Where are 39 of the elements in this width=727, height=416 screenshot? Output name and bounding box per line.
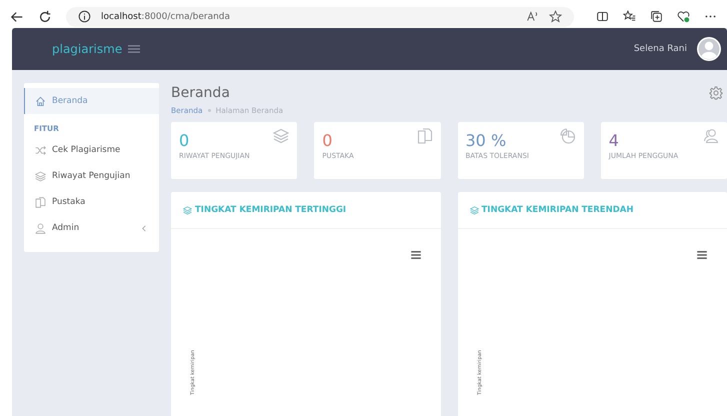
url-text: localhost:8000/cma/beranda	[101, 12, 230, 22]
sidebar-item[interactable]: Riwayat Pengujian	[24, 163, 159, 189]
stat-value: 0	[179, 132, 190, 150]
user-icon	[35, 222, 46, 234]
layers-icon	[183, 206, 192, 214]
info-icon	[78, 10, 91, 23]
panel-title: TINGKAT KEMIRIPAN TERENDAH	[482, 205, 634, 215]
menu-icon[interactable]	[697, 251, 707, 259]
brand-logo[interactable]: plagiarisme	[52, 42, 122, 56]
documents-icon	[416, 128, 432, 144]
read-aloud-icon[interactable]	[526, 10, 539, 23]
page-title: Beranda	[171, 85, 230, 101]
menu-icon[interactable]	[410, 251, 420, 259]
users-icon	[703, 128, 719, 144]
sidebar-item[interactable]: Cek Plagiarisme	[24, 137, 159, 163]
sidebar-item[interactable]: Pustaka	[24, 189, 159, 215]
address-bar[interactable]: localhost:8000/cma/beranda	[66, 6, 574, 26]
layers-icon	[273, 128, 290, 144]
sidebar-item[interactable]: Admin	[24, 215, 159, 241]
home-icon	[35, 96, 46, 106]
collections-icon[interactable]	[650, 10, 663, 23]
menu-icon[interactable]	[128, 44, 140, 54]
star-icon[interactable]	[549, 10, 562, 23]
reload-icon[interactable]	[38, 10, 52, 24]
split-screen-icon[interactable]	[596, 10, 609, 23]
stat-value: 0	[322, 132, 334, 150]
panel-title: TINGKAT KEMIRIPAN TERTINGGI	[195, 205, 346, 215]
layers-icon	[470, 206, 478, 214]
pie-chart-icon	[560, 128, 576, 144]
stat-value: 30 %	[466, 132, 508, 150]
favorites-icon[interactable]	[623, 10, 636, 23]
avatar-icon[interactable]	[697, 37, 721, 61]
settings-icon[interactable]	[709, 86, 723, 100]
layers-icon	[35, 170, 46, 182]
back-icon[interactable]	[10, 10, 24, 24]
shuffle-icon	[35, 144, 46, 156]
stat-value: 4	[608, 132, 620, 150]
user-name[interactable]: Selena Rani	[634, 44, 687, 54]
documents-icon	[35, 196, 46, 208]
